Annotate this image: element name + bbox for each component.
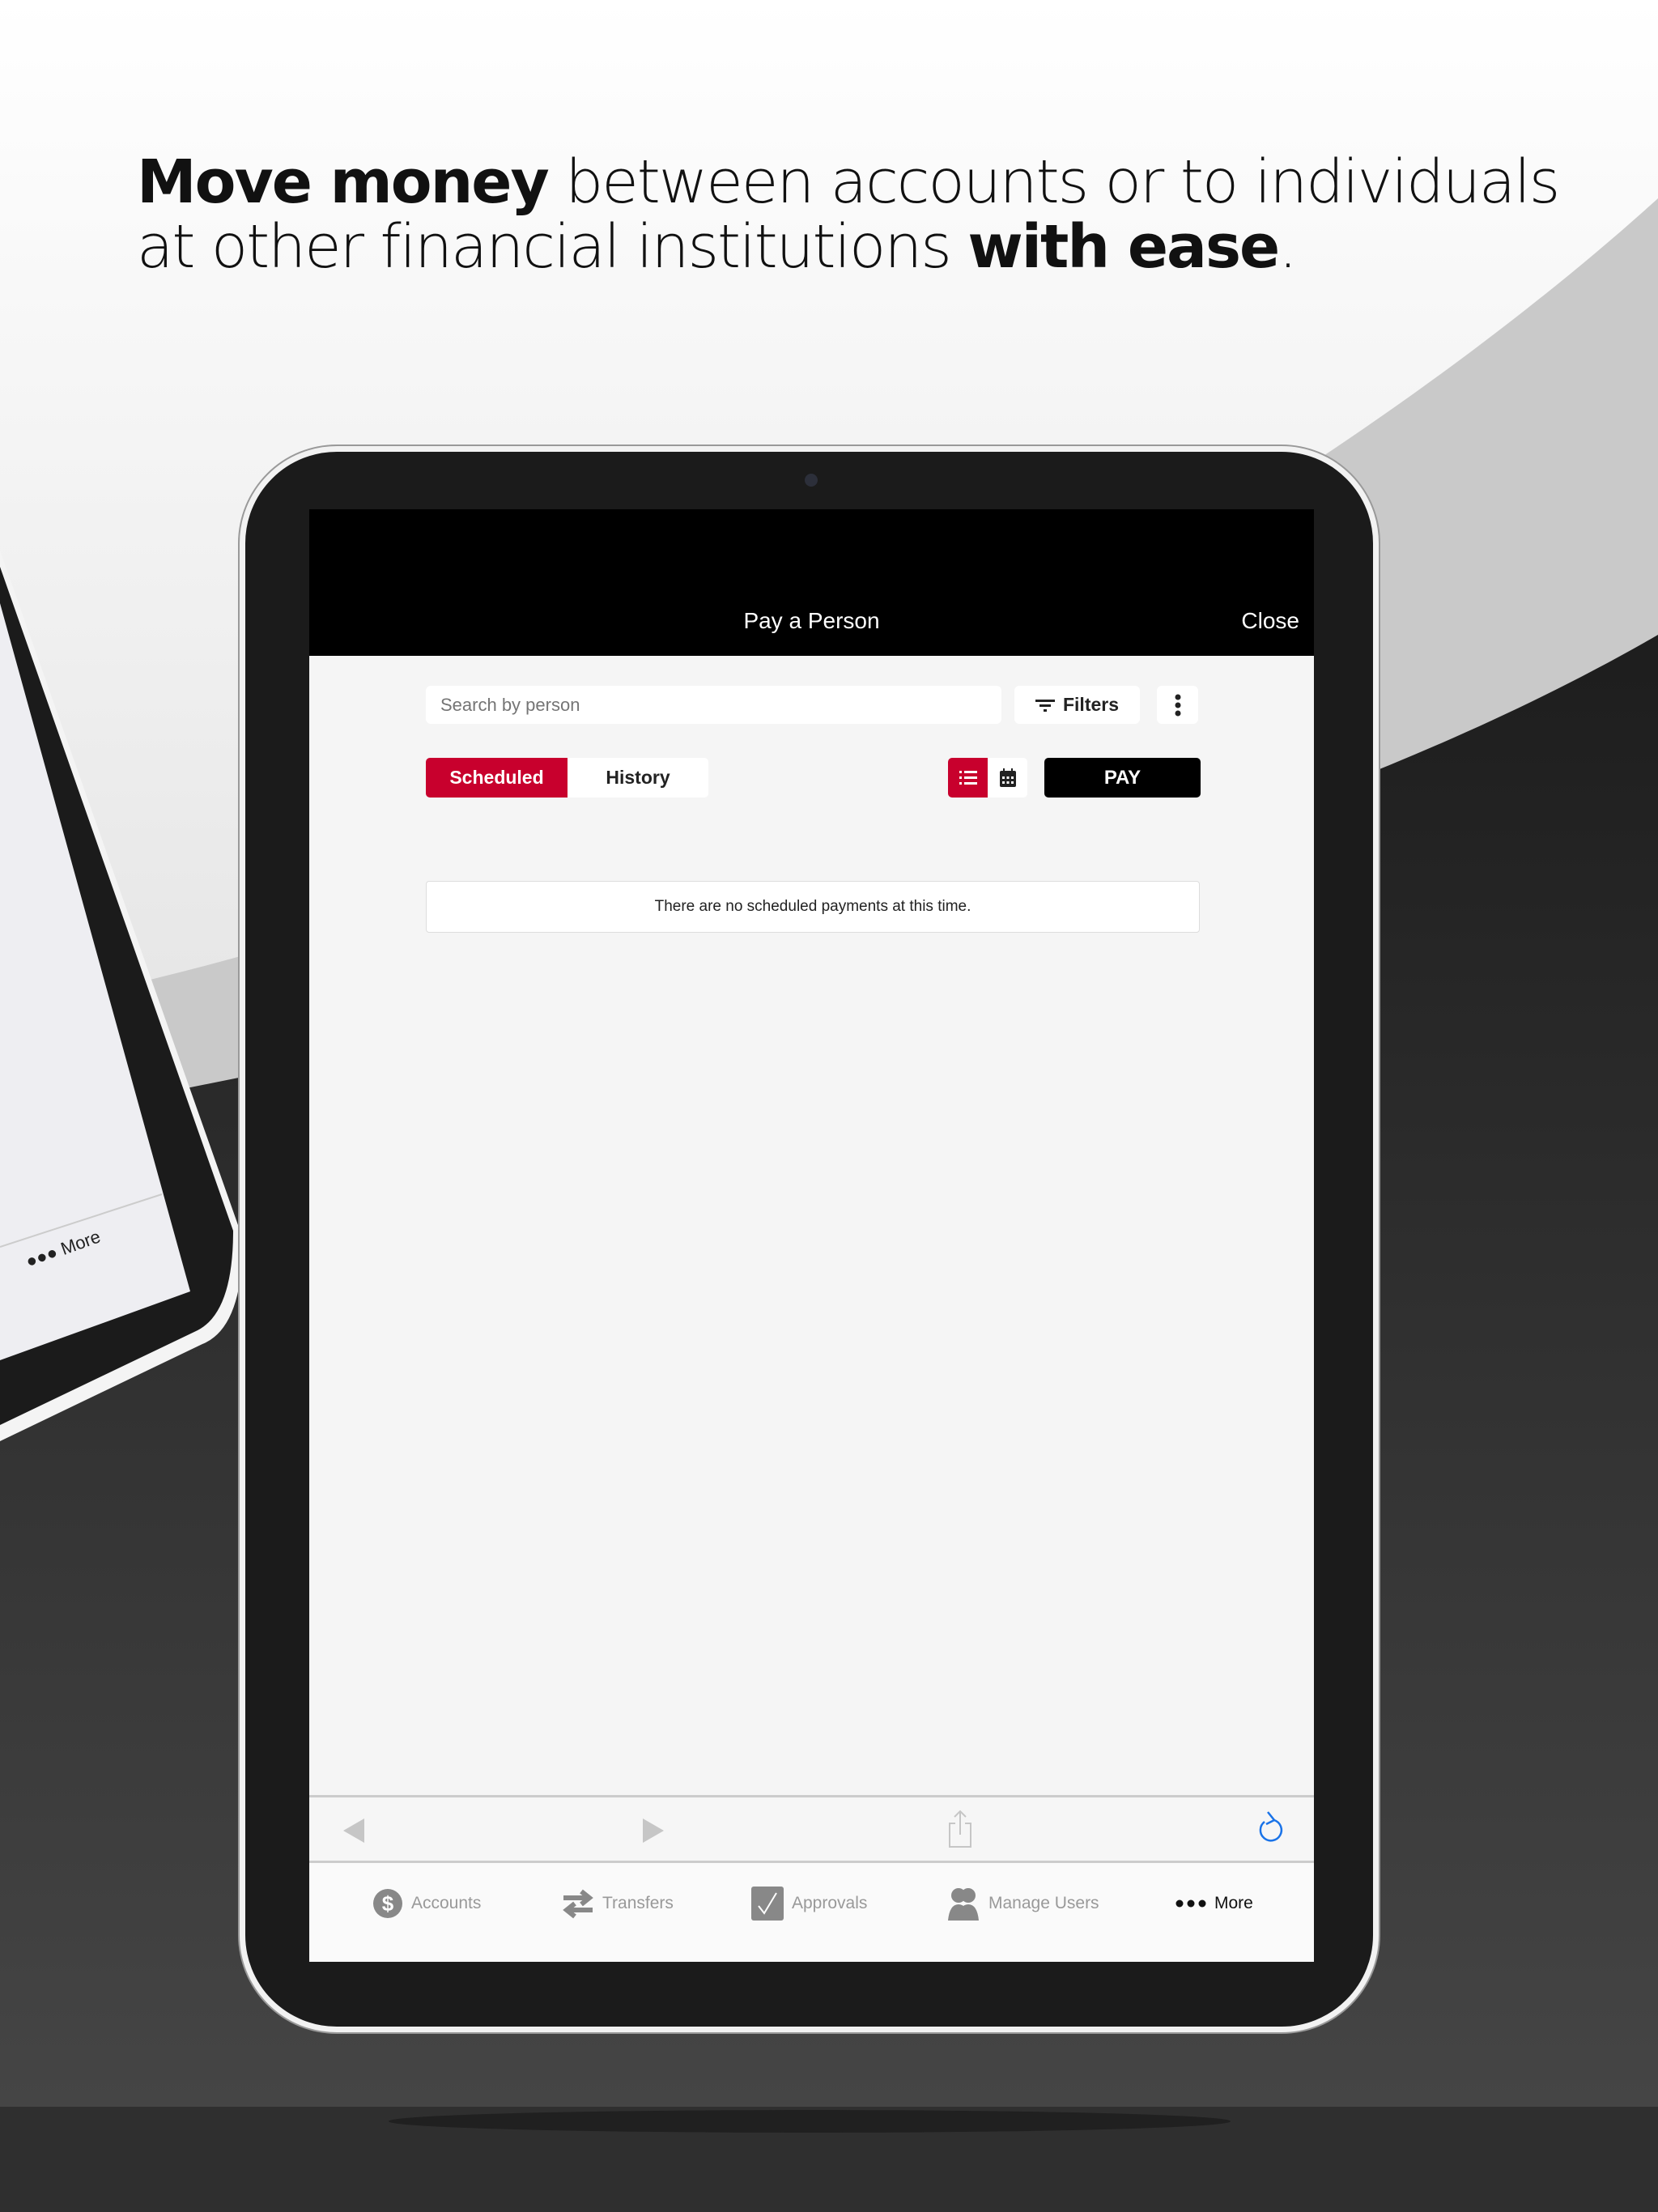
headline-end: . (1278, 212, 1297, 282)
calendar-view-button[interactable] (988, 758, 1027, 798)
checkbox-icon (751, 1887, 784, 1921)
tab-label: Accounts (411, 1894, 482, 1912)
users-icon (948, 1888, 979, 1921)
share-icon[interactable] (947, 1809, 973, 1849)
forward-icon[interactable] (641, 1817, 665, 1844)
svg-text:$: $ (382, 1891, 394, 1916)
bottom-tab-bar: $ Accounts Transfers Approvals Manage Us… (309, 1863, 1314, 1962)
tab-label: Approvals (792, 1894, 868, 1912)
reload-icon[interactable] (1256, 1809, 1286, 1849)
list-view-button[interactable] (948, 758, 988, 798)
dollar-icon: $ (373, 1889, 402, 1918)
dots-icon (1175, 1899, 1206, 1908)
close-button[interactable]: Close (1241, 608, 1299, 634)
headline-text-2: at other financial institutions (137, 212, 968, 282)
header: Pay a Person Close (309, 509, 1314, 656)
headline-bold-2: with ease (967, 212, 1280, 282)
calendar-icon (999, 768, 1016, 787)
page-title: Pay a Person (743, 608, 880, 633)
headline-text-1: between accounts or to individuals (547, 147, 1560, 217)
tab-manage-users[interactable]: Manage Users (946, 1863, 1099, 1944)
empty-message: There are no scheduled payments at this … (426, 881, 1200, 933)
tab-approvals[interactable]: Approvals (751, 1863, 867, 1944)
headline-bold-1: Move money (137, 147, 550, 217)
headline: Move money between accounts or to indivi… (137, 147, 1560, 282)
list-icon (959, 770, 977, 785)
transfer-icon (563, 1889, 593, 1919)
search-input[interactable] (426, 686, 1001, 724)
kebab-icon (1175, 694, 1180, 716)
tab-label: More (1214, 1894, 1253, 1912)
filters-label: Filters (1062, 694, 1120, 715)
more-options-button[interactable] (1157, 686, 1198, 724)
camera (805, 474, 818, 487)
tab-transfers[interactable]: Transfers (562, 1863, 674, 1944)
back-icon[interactable] (342, 1817, 366, 1844)
filters-button[interactable]: Filters (1014, 686, 1140, 724)
browser-toolbar (309, 1795, 1314, 1863)
tab-scheduled[interactable]: Scheduled (426, 758, 568, 798)
tab-label: Transfers (602, 1894, 674, 1912)
tab-accounts[interactable]: $ Accounts (372, 1863, 481, 1944)
tab-label: Manage Users (988, 1894, 1099, 1912)
pay-button[interactable]: PAY (1044, 758, 1201, 798)
tab-history[interactable]: History (568, 758, 708, 798)
filter-icon (1035, 699, 1055, 712)
app-screen: Pay a Person Close Filters Scheduled His… (309, 509, 1314, 1962)
tab-more[interactable]: More (1175, 1863, 1253, 1944)
